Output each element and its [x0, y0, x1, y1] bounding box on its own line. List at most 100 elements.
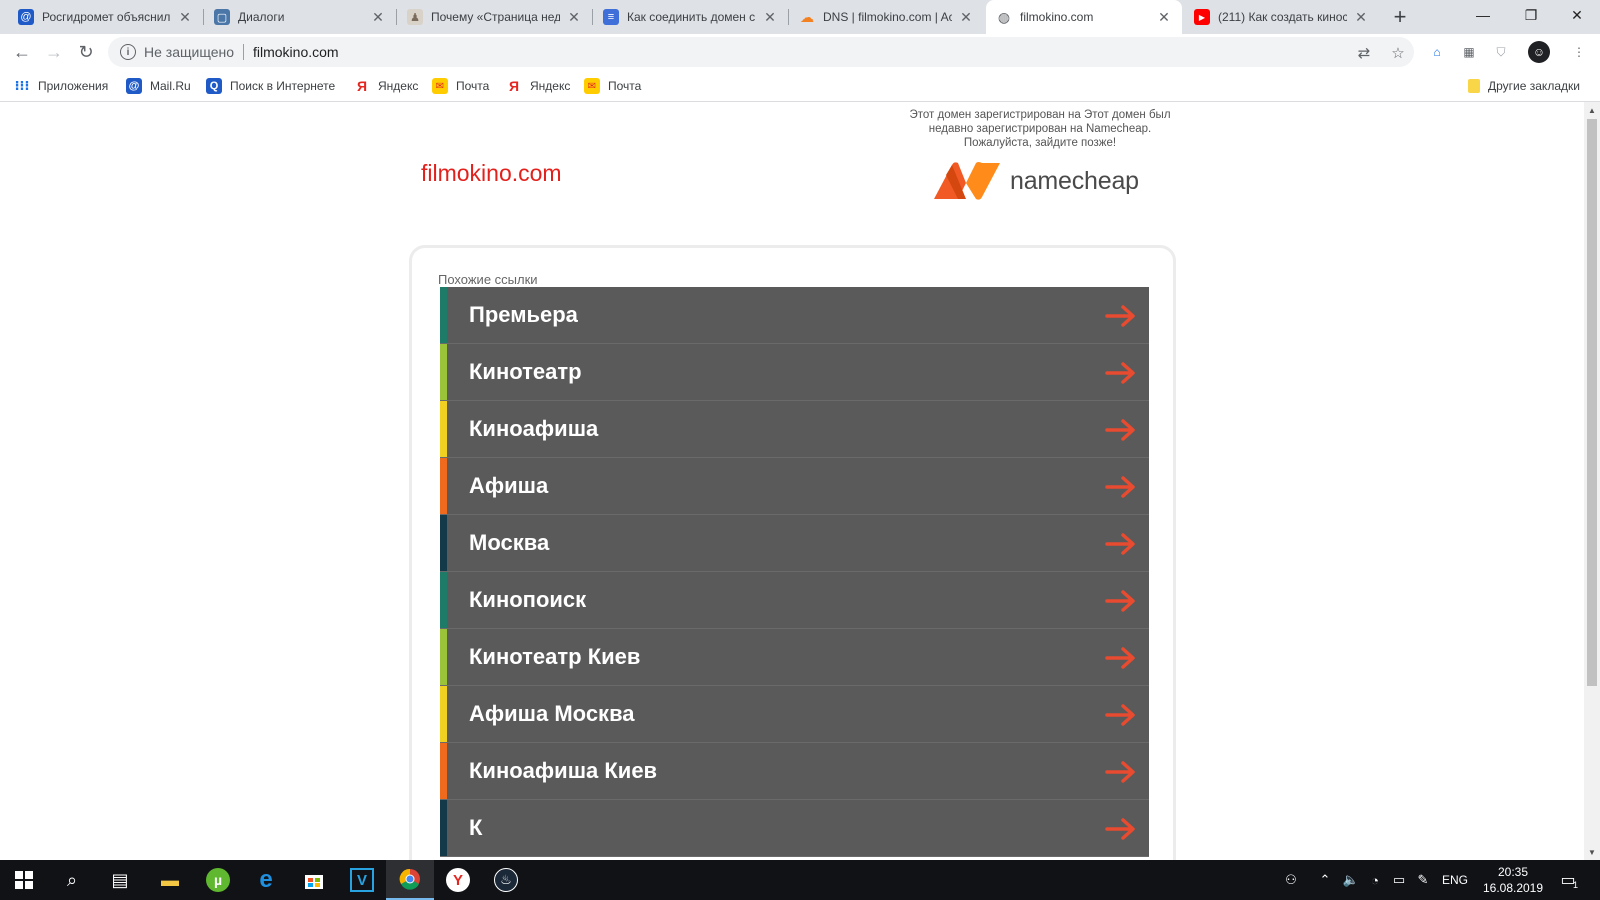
arrow-right-icon: [1105, 362, 1135, 384]
page-scrollbar[interactable]: ▲ ▼: [1584, 102, 1600, 860]
file-explorer-icon[interactable]: ▬: [146, 860, 194, 900]
star-icon[interactable]: ☆: [1388, 43, 1408, 63]
bookmark-yandex-2[interactable]: Я Яндекс: [506, 77, 570, 95]
close-icon[interactable]: ✕: [1156, 9, 1172, 25]
tab-1[interactable]: ▢ Диалоги ✕: [204, 0, 396, 34]
url-text[interactable]: filmokino.com: [253, 44, 339, 60]
related-link-text[interactable]: Москва: [469, 530, 549, 556]
chrome-taskbar-icon[interactable]: [386, 860, 434, 900]
battery-icon[interactable]: ▭: [1390, 871, 1408, 889]
tab-6[interactable]: ▶ (211) Как создать кинос ✕: [1184, 0, 1379, 34]
bookmark-mail[interactable]: ✉ Почта: [432, 77, 489, 95]
namecheap-logo[interactable]: namecheap: [932, 159, 1139, 203]
start-windows-icon[interactable]: [0, 860, 48, 900]
steam-icon[interactable]: ♨: [482, 860, 530, 900]
edge-icon[interactable]: e: [242, 860, 290, 900]
taskbar-clock[interactable]: 20:35 16.08.2019: [1472, 864, 1554, 896]
scroll-up-icon[interactable]: ▲: [1584, 102, 1600, 118]
people-icon[interactable]: ⚇: [1282, 871, 1300, 889]
qr-code-icon[interactable]: ▦: [1460, 43, 1478, 61]
info-icon[interactable]: i: [120, 44, 136, 60]
link-color-stripe: [440, 287, 447, 343]
vk-chat-icon: ▢: [214, 9, 230, 25]
bookmark-apps[interactable]: ⁝⁝⁝ Приложения: [14, 77, 109, 95]
bookmark-mail-2[interactable]: ✉ Почта: [584, 77, 641, 95]
related-link-row[interactable]: Кинопоиск: [440, 572, 1149, 629]
namecheap-note: Этот домен зарегистрирован на Этот домен…: [909, 109, 1171, 149]
link-color-stripe: [440, 743, 447, 799]
yandex-browser-icon[interactable]: Y: [434, 860, 482, 900]
tab-3[interactable]: ≡ Как соединить домен с ✕: [593, 0, 788, 34]
related-link-text[interactable]: Афиша: [469, 473, 548, 499]
bookmarks-bar: ⁝⁝⁝ Приложения @ Mail.Ru Q Поиск в Интер…: [0, 70, 1600, 102]
profile-avatar[interactable]: ☺: [1528, 41, 1550, 63]
related-link-text[interactable]: Киноафиша Киев: [469, 758, 657, 784]
bookmark-search[interactable]: Q Поиск в Интернете: [206, 77, 335, 95]
related-link-text[interactable]: Киноафиша: [469, 416, 598, 442]
action-center-icon[interactable]: ▭ 1: [1556, 868, 1580, 892]
pen-icon[interactable]: ✎: [1414, 871, 1432, 889]
restore-button[interactable]: ❐: [1508, 0, 1554, 30]
back-button[interactable]: ←: [10, 40, 34, 64]
close-icon[interactable]: ✕: [1353, 9, 1369, 25]
scroll-down-icon[interactable]: ▼: [1584, 844, 1600, 860]
tab-2[interactable]: ♟ Почему «Страница недо ✕: [397, 0, 592, 34]
related-link-row[interactable]: Москва: [440, 515, 1149, 572]
scroll-thumb[interactable]: [1587, 119, 1597, 686]
related-link-text[interactable]: Кинотеатр Киев: [469, 644, 640, 670]
minimize-button[interactable]: —: [1460, 0, 1506, 30]
related-link-text[interactable]: Кинотеатр: [469, 359, 582, 385]
network-icon[interactable]: ◔: [1366, 871, 1384, 889]
tray-chevron-up-icon[interactable]: ⌃: [1318, 871, 1332, 889]
reload-button[interactable]: ↻: [74, 40, 98, 64]
shield-icon[interactable]: ⛉: [1492, 43, 1510, 61]
clock-date: 16.08.2019: [1482, 881, 1544, 895]
tab-title: Диалоги: [238, 10, 285, 24]
translate-icon[interactable]: ⇄: [1354, 43, 1374, 63]
bookmark-yandex[interactable]: Я Яндекс: [354, 77, 418, 95]
tab-0[interactable]: @ Росгидромет объяснил ✕: [8, 0, 203, 34]
menu-kebab-icon[interactable]: ⋮: [1570, 43, 1588, 61]
taskbar-search-icon[interactable]: ⌕: [48, 860, 96, 900]
close-icon[interactable]: ✕: [177, 9, 193, 25]
window-close-button[interactable]: ✕: [1554, 0, 1600, 30]
bookmark-mailru[interactable]: @ Mail.Ru: [126, 77, 191, 95]
new-tab-button[interactable]: +: [1388, 4, 1412, 29]
language-indicator[interactable]: ENG: [1440, 871, 1470, 889]
related-link-row[interactable]: Киноафиша Киев: [440, 743, 1149, 800]
volume-icon[interactable]: 🔈: [1342, 871, 1360, 889]
close-icon[interactable]: ✕: [762, 9, 778, 25]
search-icon: Q: [206, 78, 222, 94]
related-links-list: Премьера Кинотеатр Киноафиша Афиша Москва Кин…: [440, 287, 1149, 857]
arrow-right-icon: [1105, 476, 1135, 498]
related-link-row[interactable]: Премьера: [440, 287, 1149, 344]
related-link-row[interactable]: Афиша: [440, 458, 1149, 515]
folder-icon: [1468, 79, 1480, 93]
close-icon[interactable]: ✕: [566, 9, 582, 25]
related-links-panel: Похожие ссылки Премьера Кинотеатр Киноафиш…: [409, 245, 1176, 860]
extension-home-icon[interactable]: ⌂: [1428, 43, 1446, 61]
bookmark-label: Поиск в Интернете: [230, 79, 336, 93]
address-bar[interactable]: i Не защищено filmokino.com ⇄ ☆: [108, 37, 1414, 67]
close-icon[interactable]: ✕: [370, 9, 386, 25]
related-link-text[interactable]: Афиша Москва: [469, 701, 635, 727]
tab-5-active[interactable]: ◍ filmokino.com ✕: [986, 0, 1182, 34]
vegas-icon[interactable]: V: [338, 860, 386, 900]
related-link-row[interactable]: Киноафиша: [440, 401, 1149, 458]
close-icon[interactable]: ✕: [958, 9, 974, 25]
related-link-row[interactable]: К: [440, 800, 1149, 857]
utorrent-icon[interactable]: µ: [194, 860, 242, 900]
related-link-row[interactable]: Кинотеатр Киев: [440, 629, 1149, 686]
cloudflare-icon: ☁: [800, 8, 814, 25]
browser-toolbar: ← → ↻ i Не защищено filmokino.com ⇄ ☆ ⌂ …: [0, 34, 1600, 70]
store-icon[interactable]: [290, 860, 338, 900]
tab-4[interactable]: ☁ DNS | filmokino.com | Ac ✕: [789, 0, 984, 34]
related-link-text[interactable]: Кинопоиск: [469, 587, 586, 613]
related-link-text[interactable]: К: [469, 815, 482, 841]
related-link-row[interactable]: Афиша Москва: [440, 686, 1149, 743]
task-view-icon[interactable]: ▤: [96, 860, 144, 900]
related-link-text[interactable]: Премьера: [469, 302, 578, 328]
forward-button[interactable]: →: [42, 40, 66, 64]
related-link-row[interactable]: Кинотеатр: [440, 344, 1149, 401]
bookmark-other[interactable]: Другие закладки: [1468, 77, 1580, 95]
